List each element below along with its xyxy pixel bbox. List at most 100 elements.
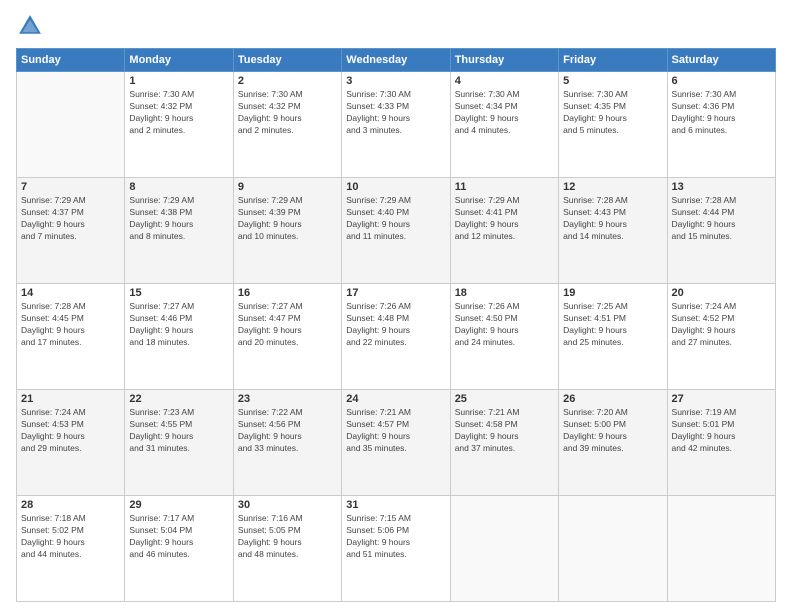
day-info: Sunrise: 7:28 AM Sunset: 4:44 PM Dayligh…: [672, 195, 771, 243]
day-info: Sunrise: 7:28 AM Sunset: 4:45 PM Dayligh…: [21, 301, 120, 349]
day-info: Sunrise: 7:21 AM Sunset: 4:57 PM Dayligh…: [346, 407, 445, 455]
calendar-cell: 2 Sunrise: 7:30 AM Sunset: 4:32 PM Daylig…: [233, 72, 341, 178]
day-number: 16: [238, 287, 337, 299]
day-number: 5: [563, 75, 662, 87]
day-number: 18: [455, 287, 554, 299]
day-info: Sunrise: 7:20 AM Sunset: 5:00 PM Dayligh…: [563, 407, 662, 455]
day-info: Sunrise: 7:19 AM Sunset: 5:01 PM Dayligh…: [672, 407, 771, 455]
calendar-cell: 4 Sunrise: 7:30 AM Sunset: 4:34 PM Daylig…: [450, 72, 558, 178]
calendar-cell: 21 Sunrise: 7:24 AM Sunset: 4:53 PM Dayli…: [17, 390, 125, 496]
day-info: Sunrise: 7:30 AM Sunset: 4:32 PM Dayligh…: [129, 89, 228, 137]
day-info: Sunrise: 7:16 AM Sunset: 5:05 PM Dayligh…: [238, 513, 337, 561]
day-info: Sunrise: 7:27 AM Sunset: 4:46 PM Dayligh…: [129, 301, 228, 349]
day-info: Sunrise: 7:15 AM Sunset: 5:06 PM Dayligh…: [346, 513, 445, 561]
calendar-cell: 18 Sunrise: 7:26 AM Sunset: 4:50 PM Dayli…: [450, 284, 558, 390]
day-number: 4: [455, 75, 554, 87]
day-number: 19: [563, 287, 662, 299]
calendar-cell: [559, 496, 667, 602]
calendar-cell: 11 Sunrise: 7:29 AM Sunset: 4:41 PM Dayli…: [450, 178, 558, 284]
day-info: Sunrise: 7:30 AM Sunset: 4:34 PM Dayligh…: [455, 89, 554, 137]
day-info: Sunrise: 7:25 AM Sunset: 4:51 PM Dayligh…: [563, 301, 662, 349]
calendar-cell: 23 Sunrise: 7:22 AM Sunset: 4:56 PM Dayli…: [233, 390, 341, 496]
calendar-header-wednesday: Wednesday: [342, 49, 450, 72]
calendar-table: SundayMondayTuesdayWednesdayThursdayFrid…: [16, 48, 776, 602]
day-number: 17: [346, 287, 445, 299]
day-number: 11: [455, 181, 554, 193]
day-info: Sunrise: 7:28 AM Sunset: 4:43 PM Dayligh…: [563, 195, 662, 243]
day-info: Sunrise: 7:21 AM Sunset: 4:58 PM Dayligh…: [455, 407, 554, 455]
day-info: Sunrise: 7:30 AM Sunset: 4:33 PM Dayligh…: [346, 89, 445, 137]
calendar-header-monday: Monday: [125, 49, 233, 72]
day-info: Sunrise: 7:24 AM Sunset: 4:53 PM Dayligh…: [21, 407, 120, 455]
calendar-cell: 24 Sunrise: 7:21 AM Sunset: 4:57 PM Dayli…: [342, 390, 450, 496]
calendar-header-row: SundayMondayTuesdayWednesdayThursdayFrid…: [17, 49, 776, 72]
day-number: 27: [672, 393, 771, 405]
calendar-cell: 27 Sunrise: 7:19 AM Sunset: 5:01 PM Dayli…: [667, 390, 775, 496]
calendar-cell: 29 Sunrise: 7:17 AM Sunset: 5:04 PM Dayli…: [125, 496, 233, 602]
calendar-cell: 20Sunrise: 7:24 AM Sunset: 4:52 PM Dayli…: [667, 284, 775, 390]
day-info: Sunrise: 7:26 AM Sunset: 4:48 PM Dayligh…: [346, 301, 445, 349]
day-number: 21: [21, 393, 120, 405]
calendar-cell: [667, 496, 775, 602]
day-number: 31: [346, 499, 445, 511]
day-number: 9: [238, 181, 337, 193]
day-info: Sunrise: 7:30 AM Sunset: 4:32 PM Dayligh…: [238, 89, 337, 137]
day-info: Sunrise: 7:18 AM Sunset: 5:02 PM Dayligh…: [21, 513, 120, 561]
calendar-header-tuesday: Tuesday: [233, 49, 341, 72]
calendar-cell: 31 Sunrise: 7:15 AM Sunset: 5:06 PM Dayli…: [342, 496, 450, 602]
day-number: 13: [672, 181, 771, 193]
calendar-cell: 28 Sunrise: 7:18 AM Sunset: 5:02 PM Dayli…: [17, 496, 125, 602]
day-number: 26: [563, 393, 662, 405]
day-number: 3: [346, 75, 445, 87]
calendar-cell: 8 Sunrise: 7:29 AM Sunset: 4:38 PM Daylig…: [125, 178, 233, 284]
calendar-week-row: 14 Sunrise: 7:28 AM Sunset: 4:45 PM Dayli…: [17, 284, 776, 390]
day-number: 25: [455, 393, 554, 405]
calendar-week-row: 1Sunrise: 7:30 AM Sunset: 4:32 PM Daylig…: [17, 72, 776, 178]
day-number: 7: [21, 181, 120, 193]
day-number: 10: [346, 181, 445, 193]
calendar-header-thursday: Thursday: [450, 49, 558, 72]
day-info: Sunrise: 7:27 AM Sunset: 4:47 PM Dayligh…: [238, 301, 337, 349]
day-info: Sunrise: 7:29 AM Sunset: 4:39 PM Dayligh…: [238, 195, 337, 243]
day-number: 2: [238, 75, 337, 87]
calendar-cell: 26 Sunrise: 7:20 AM Sunset: 5:00 PM Dayli…: [559, 390, 667, 496]
calendar-cell: 3 Sunrise: 7:30 AM Sunset: 4:33 PM Daylig…: [342, 72, 450, 178]
day-number: 23: [238, 393, 337, 405]
day-info: Sunrise: 7:29 AM Sunset: 4:38 PM Dayligh…: [129, 195, 228, 243]
day-info: Sunrise: 7:29 AM Sunset: 4:40 PM Dayligh…: [346, 195, 445, 243]
header: [16, 12, 776, 40]
day-info: Sunrise: 7:17 AM Sunset: 5:04 PM Dayligh…: [129, 513, 228, 561]
day-info: Sunrise: 7:29 AM Sunset: 4:41 PM Dayligh…: [455, 195, 554, 243]
calendar-cell: 6Sunrise: 7:30 AM Sunset: 4:36 PM Daylig…: [667, 72, 775, 178]
calendar-header-saturday: Saturday: [667, 49, 775, 72]
logo-icon: [16, 12, 44, 40]
calendar-cell: 15Sunrise: 7:27 AM Sunset: 4:46 PM Dayli…: [125, 284, 233, 390]
calendar-cell: 10 Sunrise: 7:29 AM Sunset: 4:40 PM Dayli…: [342, 178, 450, 284]
calendar-cell: 19 Sunrise: 7:25 AM Sunset: 4:51 PM Dayli…: [559, 284, 667, 390]
calendar-header-sunday: Sunday: [17, 49, 125, 72]
calendar-cell: [450, 496, 558, 602]
day-number: 14: [21, 287, 120, 299]
calendar-week-row: 7Sunrise: 7:29 AM Sunset: 4:37 PM Daylig…: [17, 178, 776, 284]
day-info: Sunrise: 7:22 AM Sunset: 4:56 PM Dayligh…: [238, 407, 337, 455]
calendar-header-friday: Friday: [559, 49, 667, 72]
day-number: 30: [238, 499, 337, 511]
day-number: 24: [346, 393, 445, 405]
calendar-week-row: 28 Sunrise: 7:18 AM Sunset: 5:02 PM Dayli…: [17, 496, 776, 602]
calendar-cell: 13 Sunrise: 7:28 AM Sunset: 4:44 PM Dayli…: [667, 178, 775, 284]
day-info: Sunrise: 7:30 AM Sunset: 4:36 PM Dayligh…: [672, 89, 771, 137]
day-number: 12: [563, 181, 662, 193]
calendar-cell: [17, 72, 125, 178]
calendar-cell: 30 Sunrise: 7:16 AM Sunset: 5:05 PM Dayli…: [233, 496, 341, 602]
calendar-cell: 14 Sunrise: 7:28 AM Sunset: 4:45 PM Dayli…: [17, 284, 125, 390]
day-number: 22: [129, 393, 228, 405]
day-number: 8: [129, 181, 228, 193]
page: SundayMondayTuesdayWednesdayThursdayFrid…: [0, 0, 792, 612]
day-info: Sunrise: 7:26 AM Sunset: 4:50 PM Dayligh…: [455, 301, 554, 349]
day-number: 28: [21, 499, 120, 511]
calendar-cell: 1Sunrise: 7:30 AM Sunset: 4:32 PM Daylig…: [125, 72, 233, 178]
day-info: Sunrise: 7:23 AM Sunset: 4:55 PM Dayligh…: [129, 407, 228, 455]
day-info: Sunrise: 7:30 AM Sunset: 4:35 PM Dayligh…: [563, 89, 662, 137]
day-number: 29: [129, 499, 228, 511]
calendar-cell: 17 Sunrise: 7:26 AM Sunset: 4:48 PM Dayli…: [342, 284, 450, 390]
